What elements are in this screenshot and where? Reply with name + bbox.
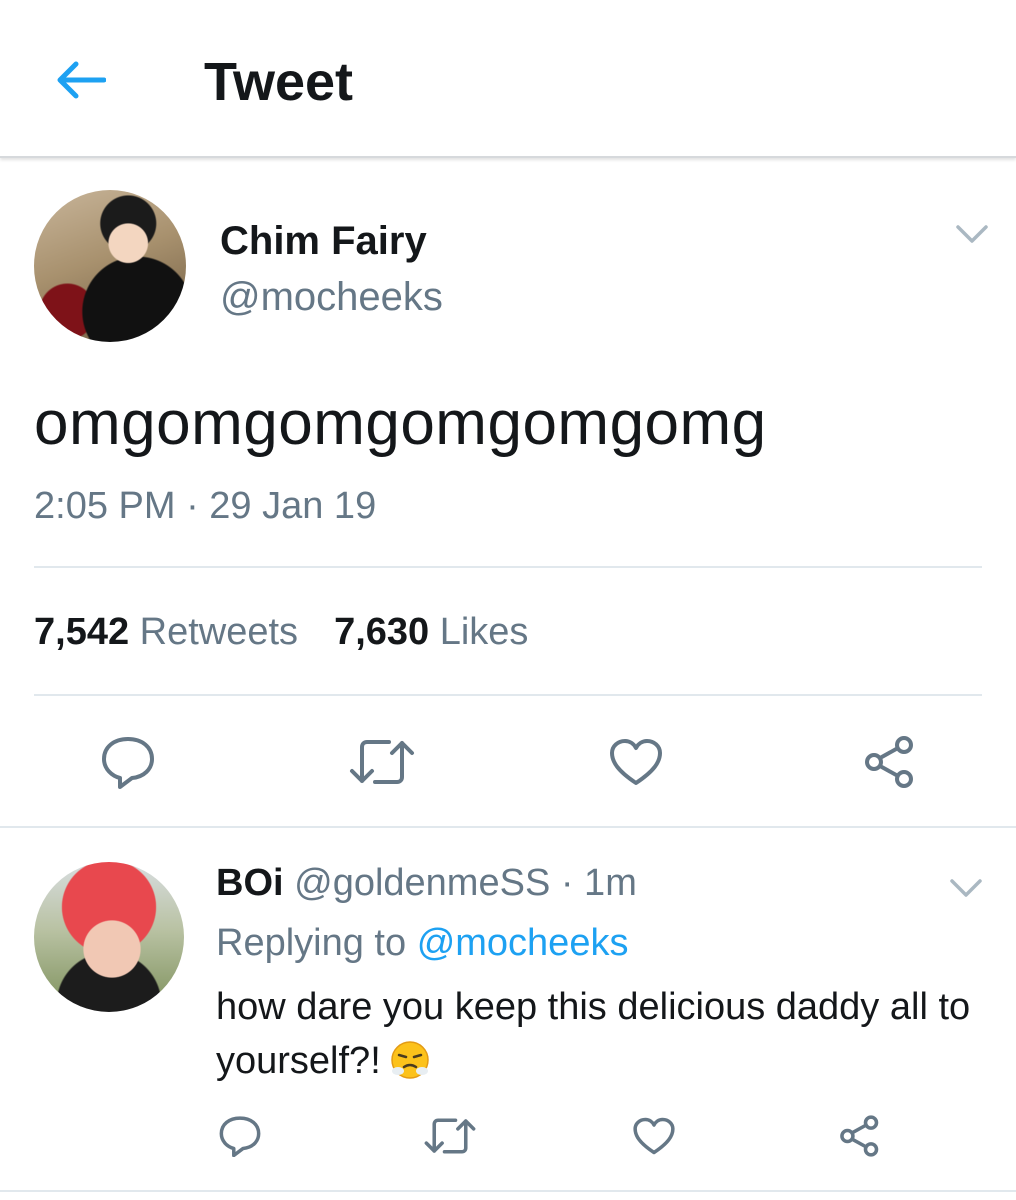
- tweet-options-button[interactable]: [950, 218, 994, 250]
- heart-icon: [610, 739, 662, 785]
- back-button[interactable]: [48, 52, 112, 108]
- likes-label: Likes: [439, 611, 529, 653]
- arrow-left-icon: [57, 61, 106, 99]
- divider: [34, 566, 982, 568]
- tweet-text: omgomgomgomgomgomg: [34, 389, 767, 458]
- chevron-down-icon: [956, 225, 988, 243]
- reply-author-name[interactable]: BOi: [216, 862, 284, 904]
- like-button[interactable]: [604, 732, 668, 792]
- retweets-count: 7,542: [34, 611, 130, 653]
- reply-reply-button[interactable]: [214, 1110, 266, 1162]
- retweet-icon: [424, 1118, 476, 1154]
- reply-icon: [102, 737, 154, 789]
- reply-text: how dare you keep this delicious daddy a…: [216, 980, 976, 1088]
- reply-author-handle-time[interactable]: @goldenmeSS · 1m: [294, 862, 637, 904]
- divider: [34, 694, 982, 696]
- retweet-icon: [350, 740, 414, 784]
- top-app-bar: Tweet: [0, 0, 1016, 158]
- tweet-timestamp: 2:05 PM · 29 Jan 19: [34, 485, 377, 527]
- reply-like-button[interactable]: [628, 1110, 680, 1162]
- reply-text-content: how dare you keep this delicious daddy a…: [216, 986, 971, 1082]
- author-avatar[interactable]: [34, 190, 186, 342]
- replying-to-label: Replying to: [216, 922, 407, 964]
- author-display-name[interactable]: Chim Fairy: [220, 218, 427, 264]
- heart-icon: [633, 1117, 675, 1155]
- share-button[interactable]: [858, 732, 922, 792]
- reply-icon: [219, 1116, 261, 1157]
- reply-share-button[interactable]: [834, 1110, 886, 1162]
- share-icon: [865, 736, 913, 788]
- face-with-steam-from-nose-icon: [389, 1039, 431, 1081]
- reply-retweet-button[interactable]: [422, 1110, 478, 1162]
- likes-count: 7,630: [334, 611, 430, 653]
- retweets-stat[interactable]: 7,542 Retweets: [34, 610, 298, 654]
- likes-stat[interactable]: 7,630 Likes: [334, 610, 528, 654]
- replying-to-line: Replying to @mocheeks: [216, 920, 628, 966]
- author-handle[interactable]: @mocheeks: [220, 274, 443, 320]
- retweet-button[interactable]: [348, 732, 416, 792]
- page-title: Tweet: [204, 52, 354, 112]
- replying-to-mention[interactable]: @mocheeks: [417, 922, 629, 964]
- reply-tweet[interactable]: BOi @goldenmeSS · 1m Replying to @mochee…: [0, 830, 1016, 1192]
- tweet-stats: 7,542 Retweets 7,630 Likes: [34, 610, 564, 654]
- retweets-label: Retweets: [139, 611, 299, 653]
- share-icon: [840, 1115, 879, 1157]
- main-tweet: Chim Fairy @mocheeks omgomgomgomgomgomg …: [0, 160, 1016, 828]
- reply-author-avatar[interactable]: [34, 862, 184, 1012]
- chevron-down-icon: [950, 879, 982, 897]
- reply-options-button[interactable]: [944, 872, 988, 904]
- reply-header: BOi @goldenmeSS · 1m: [216, 860, 637, 906]
- reply-button[interactable]: [96, 732, 160, 792]
